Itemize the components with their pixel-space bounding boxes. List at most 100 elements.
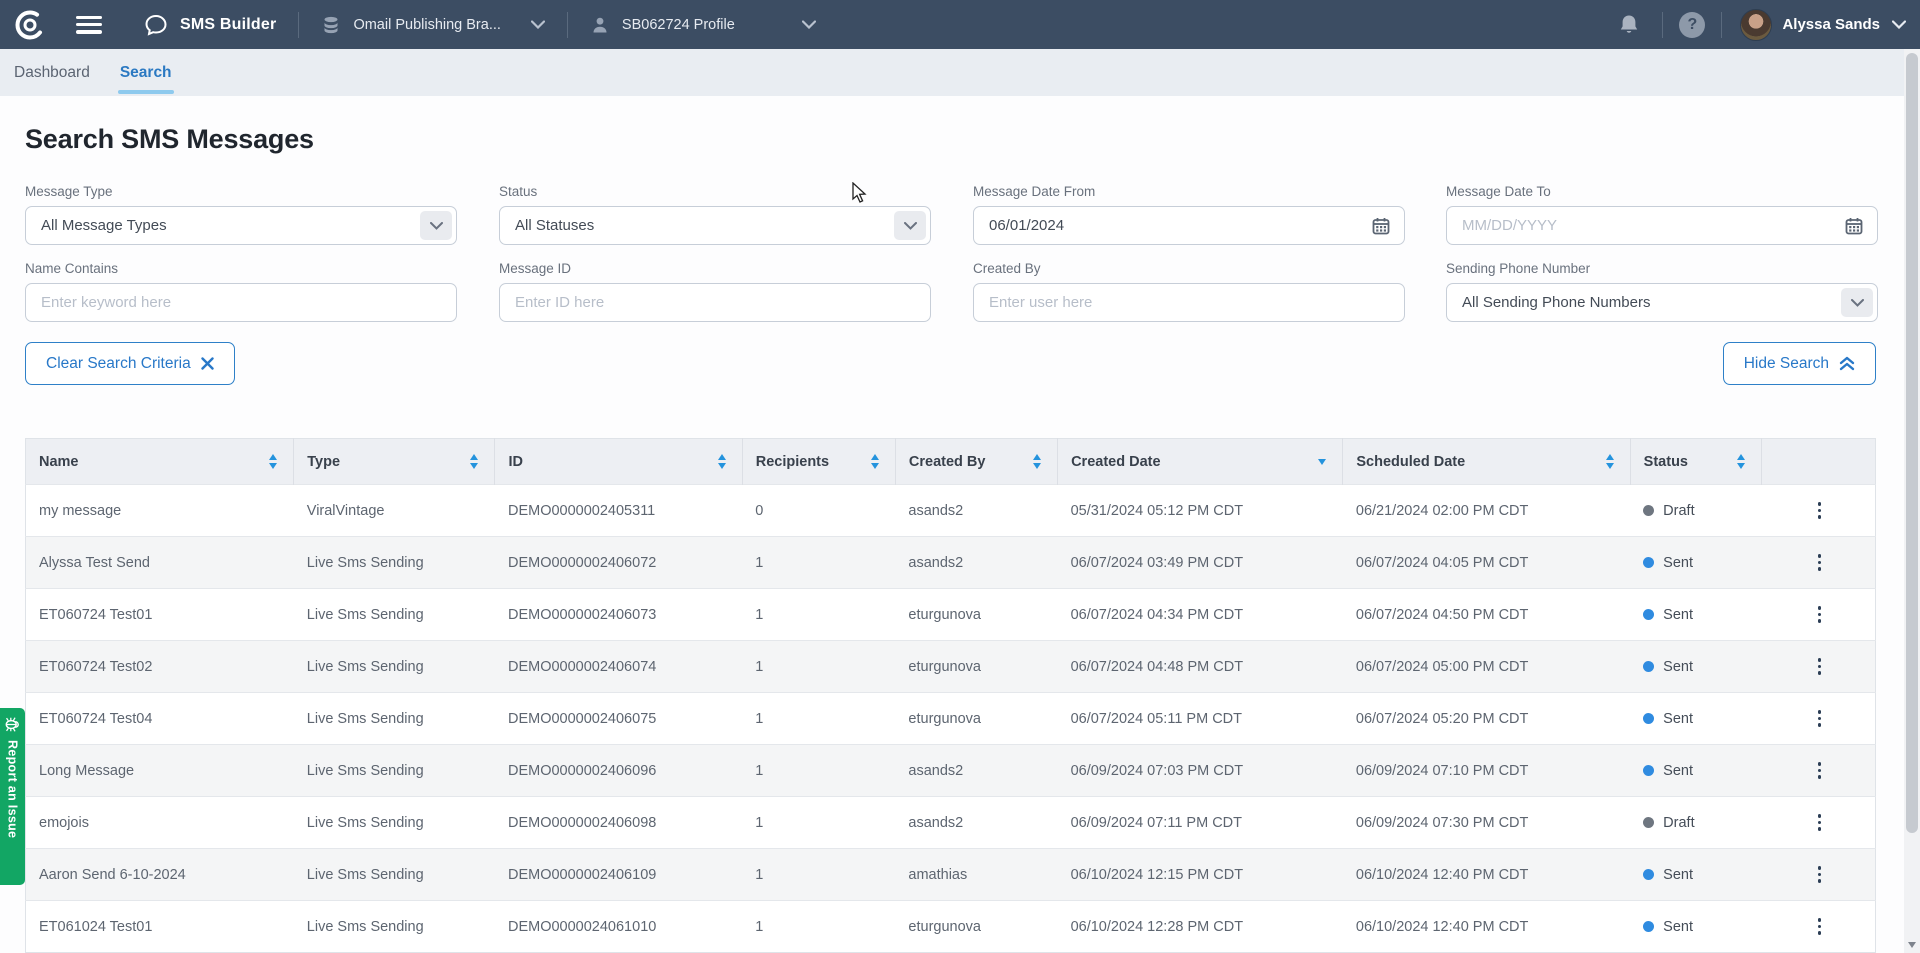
report-issue-tab[interactable]: Report an Issue [0, 708, 25, 885]
column-header-type[interactable]: Type [294, 439, 495, 485]
user-avatar[interactable] [1740, 9, 1772, 41]
user-menu-chevron-icon[interactable] [1892, 20, 1906, 29]
row-actions-kebab-icon[interactable] [1807, 914, 1833, 940]
date-to-input[interactable] [1447, 207, 1877, 244]
profile-selector[interactable]: SB062724 Profile [590, 15, 816, 35]
status-select[interactable]: All Statuses [499, 206, 931, 245]
scrollbar-thumb[interactable] [1906, 53, 1918, 833]
sort-icon[interactable] [1737, 454, 1745, 469]
cell-recipients: 1 [742, 537, 895, 589]
column-header-scheduled-date[interactable]: Scheduled Date [1343, 439, 1630, 485]
person-icon [590, 15, 610, 35]
scrollbar-down-arrow[interactable] [1908, 942, 1916, 948]
vertical-scrollbar[interactable] [1904, 49, 1920, 953]
calendar-icon[interactable] [1370, 207, 1392, 244]
status-badge: Sent [1663, 607, 1693, 623]
column-label: Scheduled Date [1356, 454, 1465, 470]
date-from-label: Message Date From [973, 184, 1405, 199]
row-actions-kebab-icon[interactable] [1807, 602, 1833, 628]
cell-created-date: 06/07/2024 03:49 PM CDT [1058, 537, 1343, 589]
message-id-input[interactable] [500, 284, 930, 321]
top-navbar: SMS Builder Omail Publishing Bra... [0, 0, 1920, 49]
table-row: Long MessageLive Sms SendingDEMO00000024… [26, 745, 1876, 797]
cell-name: Long Message [26, 745, 294, 797]
app-logo-icon[interactable] [14, 9, 46, 41]
cell-name: ET060724 Test04 [26, 693, 294, 745]
cell-created-date: 06/07/2024 04:48 PM CDT [1058, 641, 1343, 693]
app-title: SMS Builder [180, 16, 276, 34]
sort-icon[interactable] [871, 454, 879, 469]
help-icon[interactable]: ? [1679, 12, 1705, 38]
cell-actions [1761, 797, 1875, 849]
date-from-input-box [973, 206, 1405, 245]
column-header-recipients[interactable]: Recipients [742, 439, 895, 485]
clear-search-button[interactable]: Clear Search Criteria [25, 342, 235, 385]
created-by-label: Created By [973, 261, 1405, 276]
brand-selector[interactable]: Omail Publishing Bra... [321, 15, 544, 35]
sort-icon[interactable] [1606, 454, 1614, 469]
cell-recipients: 0 [742, 485, 895, 537]
status-badge: Sent [1663, 763, 1693, 779]
column-header-status[interactable]: Status [1630, 439, 1761, 485]
cell-created-by: asands2 [895, 485, 1057, 537]
column-label: Recipients [756, 454, 829, 470]
column-label: Name [39, 454, 79, 470]
date-to-input-box [1446, 206, 1878, 245]
created-by-input[interactable] [974, 284, 1404, 321]
status-dot-icon [1643, 661, 1654, 672]
name-contains-label: Name Contains [25, 261, 457, 276]
chevron-down-icon [802, 20, 816, 29]
cell-type: Live Sms Sending [294, 589, 495, 641]
main-content: Search SMS Messages Message Type All Mes… [0, 96, 1920, 953]
row-actions-kebab-icon[interactable] [1807, 706, 1833, 732]
tab-search[interactable]: Search [118, 49, 174, 96]
cell-status: Sent [1630, 537, 1761, 589]
report-issue-label: Report an Issue [6, 740, 20, 838]
column-header-id[interactable]: ID [495, 439, 742, 485]
column-header-created-date[interactable]: Created Date [1058, 439, 1343, 485]
cell-id: DEMO0000024061010 [495, 901, 742, 953]
message-type-dropdown-button[interactable] [420, 211, 452, 240]
sort-icon[interactable] [1033, 454, 1041, 469]
sort-desc-icon[interactable] [1318, 459, 1326, 465]
row-actions-kebab-icon[interactable] [1807, 654, 1833, 680]
message-type-select[interactable]: All Message Types [25, 206, 457, 245]
column-header-created-by[interactable]: Created By [895, 439, 1057, 485]
row-actions-kebab-icon[interactable] [1807, 550, 1833, 576]
cell-type: ViralVintage [294, 485, 495, 537]
status-value: All Statuses [500, 207, 930, 244]
date-from-input[interactable] [974, 207, 1404, 244]
cell-recipients: 1 [742, 745, 895, 797]
cell-type: Live Sms Sending [294, 745, 495, 797]
table-row: ET060724 Test04Live Sms SendingDEMO00000… [26, 693, 1876, 745]
user-name: Alyssa Sands [1782, 16, 1880, 33]
message-id-label: Message ID [499, 261, 931, 276]
bug-icon [4, 716, 21, 733]
hamburger-menu-icon[interactable] [76, 16, 102, 34]
cell-name: ET060724 Test02 [26, 641, 294, 693]
table-row: ET061024 Test01Live Sms SendingDEMO00000… [26, 901, 1876, 953]
row-actions-kebab-icon[interactable] [1807, 810, 1833, 836]
row-actions-kebab-icon[interactable] [1807, 498, 1833, 524]
calendar-icon[interactable] [1843, 207, 1865, 244]
hide-search-button[interactable]: Hide Search [1723, 342, 1876, 385]
sort-icon[interactable] [470, 454, 478, 469]
cell-type: Live Sms Sending [294, 537, 495, 589]
sort-icon[interactable] [718, 454, 726, 469]
navbar-divider [298, 12, 299, 38]
chevron-down-icon [430, 222, 443, 230]
cell-created-date: 06/09/2024 07:11 PM CDT [1058, 797, 1343, 849]
sending-phone-dropdown-button[interactable] [1841, 288, 1873, 317]
row-actions-kebab-icon[interactable] [1807, 862, 1833, 888]
tab-dashboard[interactable]: Dashboard [12, 49, 92, 96]
cell-type: Live Sms Sending [294, 797, 495, 849]
cell-name: Alyssa Test Send [26, 537, 294, 589]
status-dropdown-button[interactable] [894, 211, 926, 240]
brand-selector-label: Omail Publishing Bra... [353, 17, 500, 33]
sort-icon[interactable] [269, 454, 277, 469]
name-contains-input[interactable] [26, 284, 456, 321]
row-actions-kebab-icon[interactable] [1807, 758, 1833, 784]
notifications-bell-icon[interactable] [1612, 8, 1646, 42]
column-header-name[interactable]: Name [26, 439, 294, 485]
sending-phone-select[interactable]: All Sending Phone Numbers [1446, 283, 1878, 322]
